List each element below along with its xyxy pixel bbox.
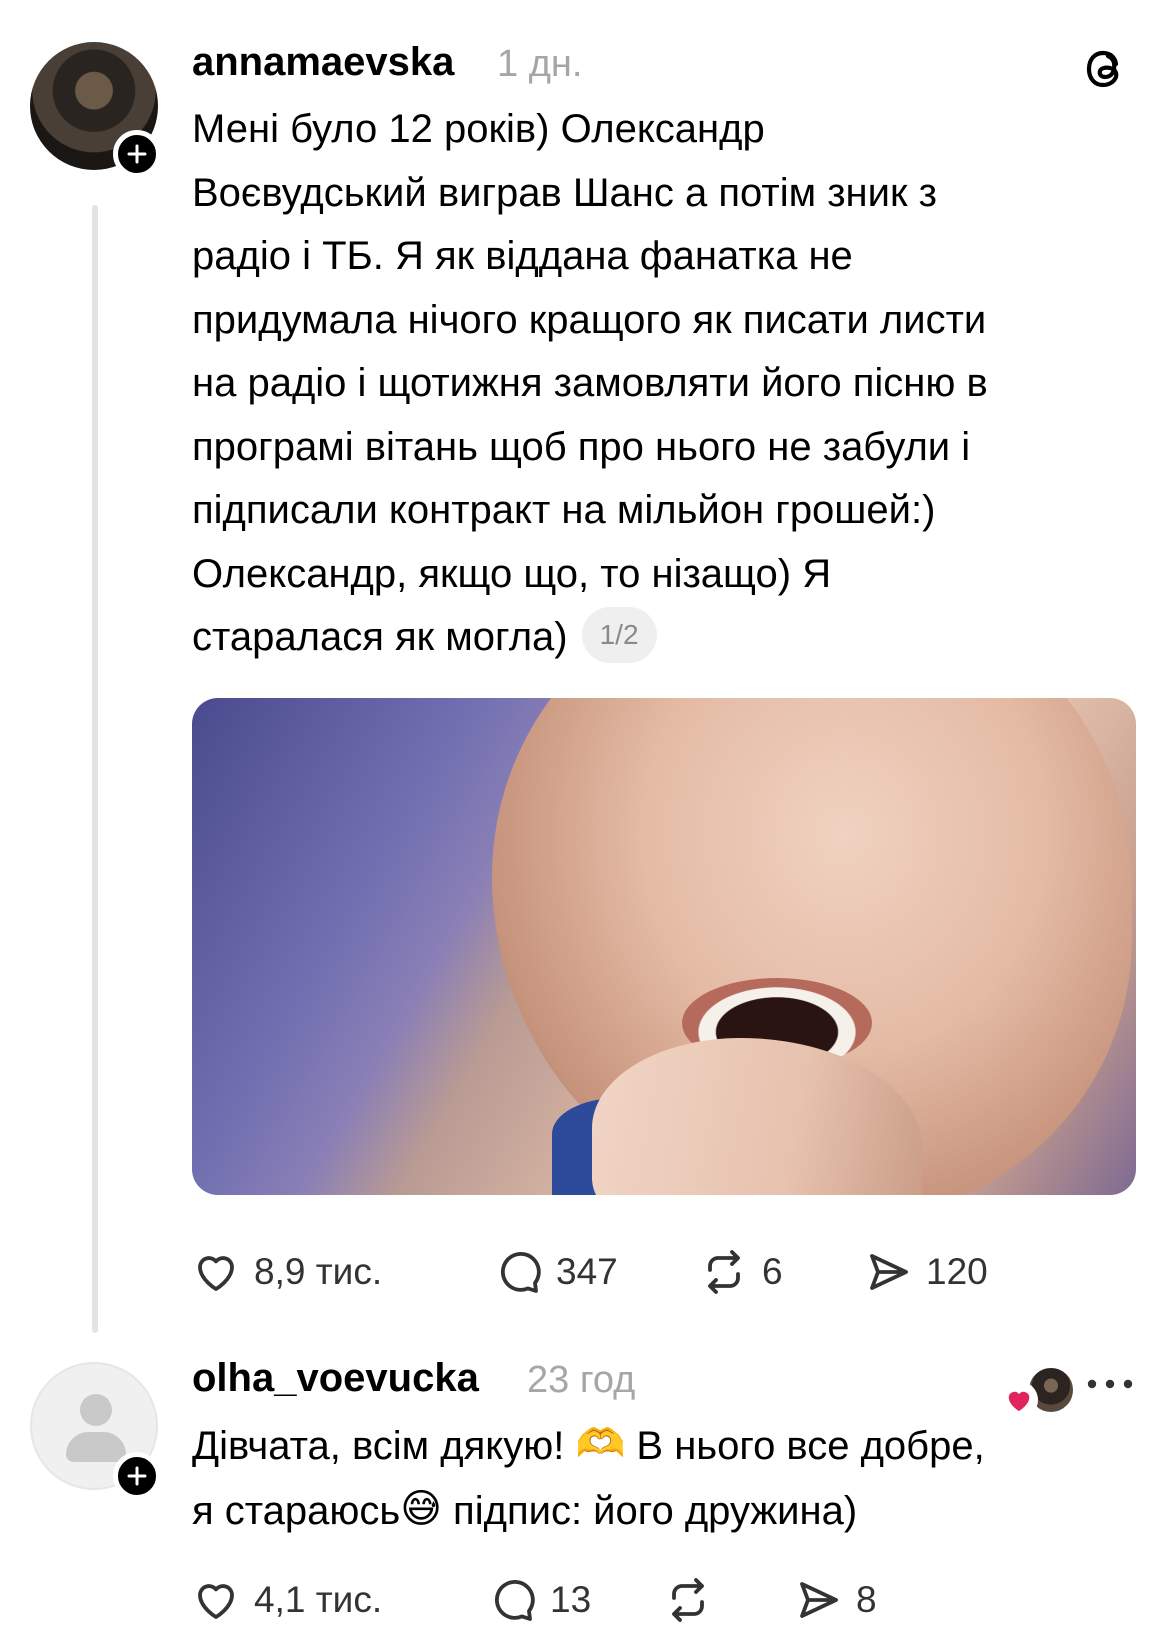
follow-button[interactable] (113, 130, 161, 178)
speech-bubble-icon (500, 1252, 541, 1293)
like-button[interactable]: 8,9 тис. (192, 1248, 494, 1296)
post-timestamp: 1 дн. (497, 43, 583, 85)
page-indicator: 1/2 (581, 607, 657, 664)
heart-hands-emoji: 🫶 (575, 1421, 626, 1466)
reply-like-button[interactable]: 4,1 тис. (192, 1576, 488, 1624)
post-photo[interactable] (192, 698, 1136, 1195)
reply-reply-button[interactable]: 13 (488, 1576, 664, 1624)
speech-bubble-icon (494, 1580, 535, 1621)
post-actions: 8,9 тис. 347 6 120 (192, 1244, 988, 1300)
reply-like-count: 4,1 тис. (254, 1579, 383, 1620)
sweat-smile-emoji: 😅 (400, 1486, 442, 1531)
default-avatar-head (80, 1394, 112, 1426)
reply-share-button[interactable]: 8 (794, 1576, 877, 1624)
heart-icon (198, 1256, 234, 1291)
post-body: Мені було 12 років) Олександр Воєвудськи… (192, 107, 988, 659)
reply-button[interactable]: 347 (494, 1248, 700, 1296)
like-count: 8,9 тис. (254, 1251, 383, 1292)
reply-username[interactable]: olha_voevucka (192, 1354, 479, 1402)
reply-text: Дівчата, всім дякую! 🫶 В нього все добре… (192, 1415, 1152, 1545)
plus-icon (127, 144, 147, 164)
reply-count: 347 (556, 1251, 618, 1292)
heart-icon (198, 1584, 234, 1619)
more-horizontal-icon[interactable] (1084, 1372, 1136, 1396)
reply-text-part1: Дівчата, всім дякую! (192, 1424, 576, 1468)
share-button[interactable]: 120 (864, 1248, 988, 1296)
liked-by-author (1000, 1363, 1080, 1419)
plus-icon (127, 1466, 147, 1486)
threads-logo-icon[interactable] (1078, 42, 1128, 96)
repost-button[interactable]: 6 (700, 1248, 864, 1296)
default-avatar-body (66, 1432, 126, 1462)
repost-icon (708, 1250, 740, 1294)
reply-reply-count: 13 (550, 1579, 592, 1620)
reply-timestamp: 23 год (527, 1359, 636, 1401)
reply-actions: 4,1 тис. 13 8 (192, 1572, 877, 1628)
repost-icon (672, 1578, 704, 1622)
reply-share-count: 8 (856, 1579, 877, 1620)
reply-repost-button[interactable] (664, 1576, 794, 1624)
send-icon (800, 1582, 838, 1618)
send-icon (870, 1254, 908, 1290)
reply-text-part3: підпис: його дружина) (441, 1489, 858, 1534)
repost-count: 6 (762, 1251, 783, 1292)
heart-badge-icon (1000, 1381, 1038, 1419)
thread-line (92, 205, 98, 1333)
post-username[interactable]: annamaevska (192, 38, 454, 86)
post-text: Мені було 12 років) Олександр Воєвудськи… (192, 98, 1152, 670)
follow-button-reply[interactable] (113, 1452, 161, 1500)
share-count: 120 (926, 1251, 988, 1292)
